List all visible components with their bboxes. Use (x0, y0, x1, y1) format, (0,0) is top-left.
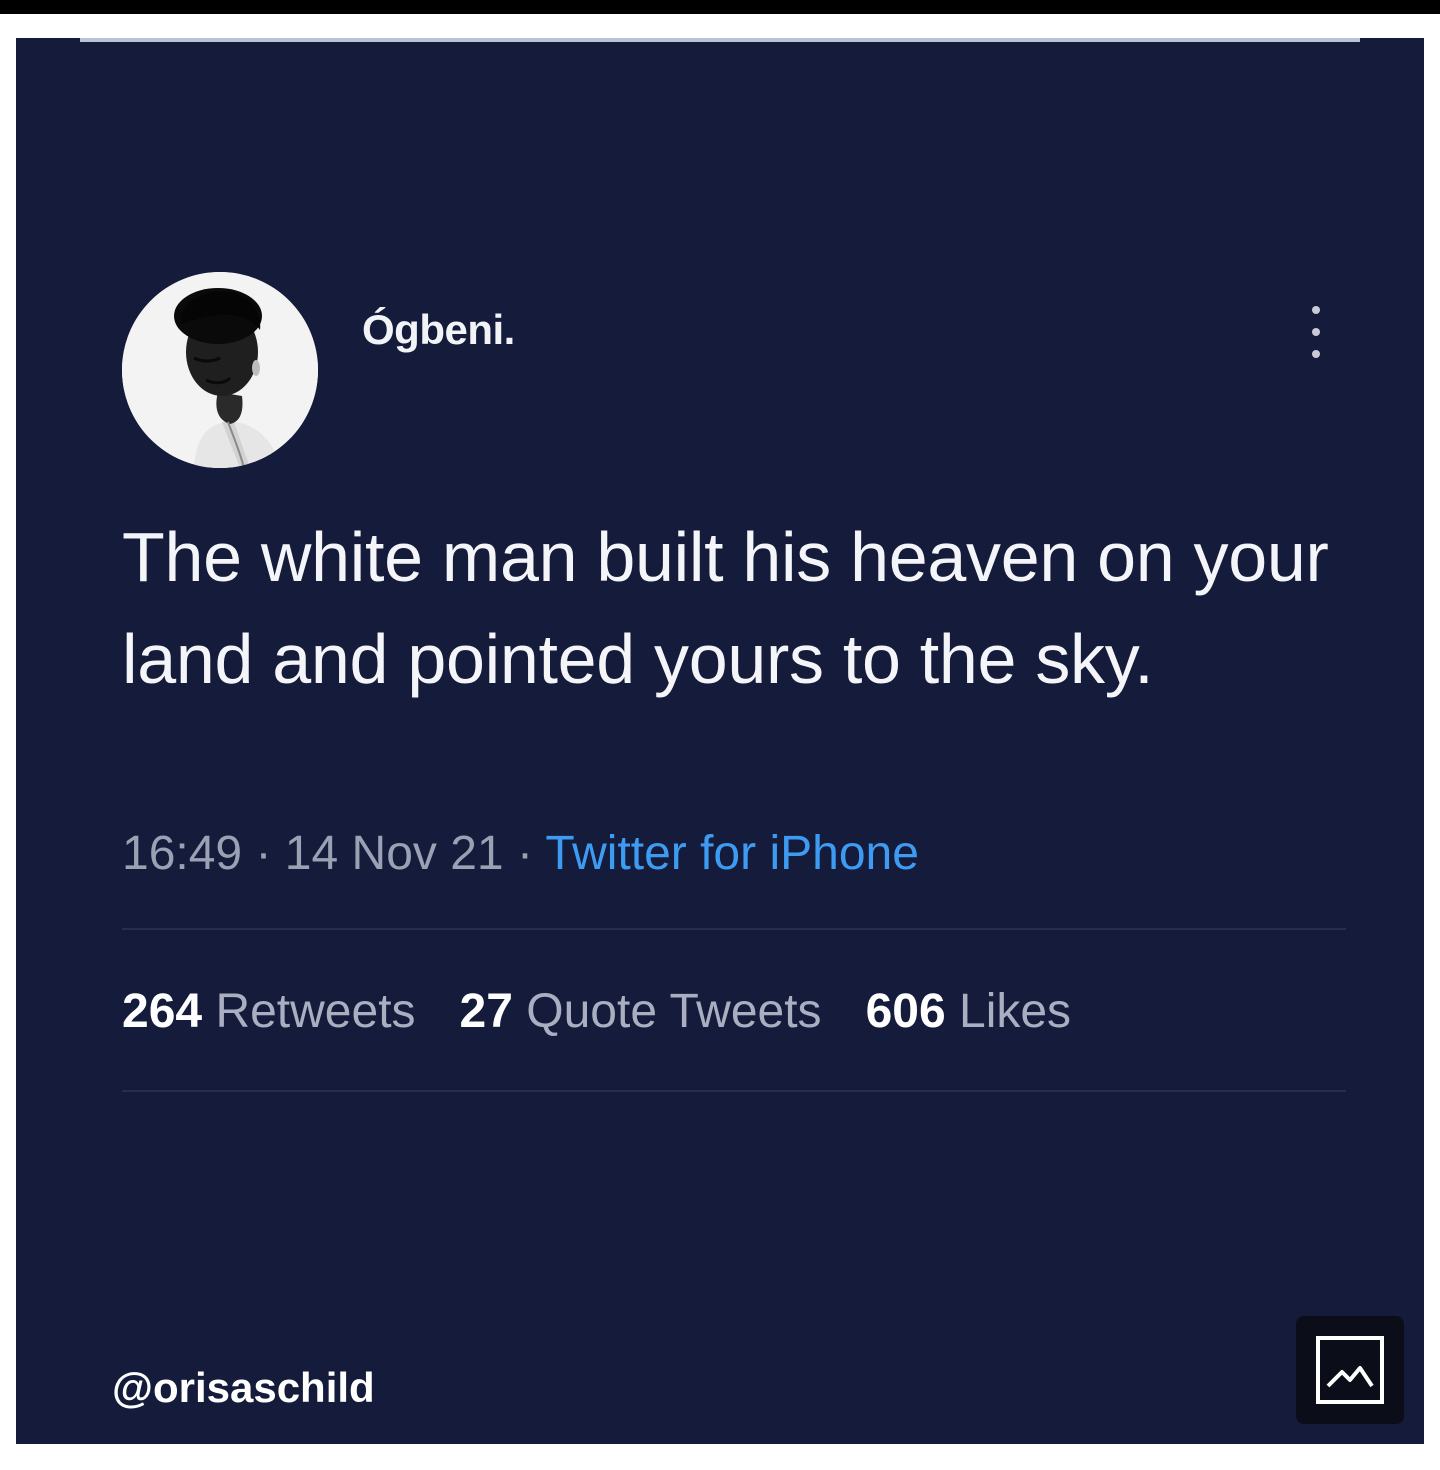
stats-divider-top (122, 928, 1346, 930)
quote-tweets-stat[interactable]: 27 Quote Tweets (460, 985, 822, 1038)
top-bar (0, 0, 1440, 14)
tweet-date: 14 Nov 21 (284, 827, 504, 880)
likes-stat[interactable]: 606 Likes (866, 985, 1072, 1038)
more-vertical-icon[interactable] (1300, 306, 1332, 358)
dot (1312, 328, 1320, 336)
retweets-label: Retweets (215, 985, 416, 1038)
quote-tweets-count: 27 (459, 985, 513, 1038)
tweet-stats: 264 Retweets 27 Quote Tweets 606 Likes (122, 984, 1115, 1039)
top-divider (80, 38, 1360, 42)
stats-divider-bottom (122, 1090, 1346, 1092)
tweet-screenshot: Ógbeni. The white man built his heaven o… (16, 38, 1424, 1444)
image-icon (1316, 1336, 1384, 1404)
likes-label: Likes (959, 985, 1072, 1038)
avatar-portrait (122, 272, 318, 468)
separator: · (516, 827, 546, 880)
tweet-source-link[interactable]: Twitter for iPhone (545, 827, 919, 880)
retweets-stat[interactable]: 264 Retweets (122, 985, 416, 1038)
tweet-text: The white man built his heaven on your l… (122, 518, 1329, 698)
dot (1312, 350, 1320, 358)
quote-tweets-label: Quote Tweets (526, 985, 822, 1038)
display-name[interactable]: Ógbeni. (362, 306, 515, 354)
image-button[interactable] (1296, 1316, 1404, 1424)
likes-count: 606 (865, 985, 946, 1038)
dot (1312, 306, 1320, 314)
account-handle[interactable]: @orisaschild (112, 1364, 375, 1412)
separator: · (255, 827, 285, 880)
retweets-count: 264 (122, 985, 203, 1038)
avatar[interactable] (122, 272, 318, 468)
tweet-meta: 16:49 · 14 Nov 21 · Twitter for iPhone (122, 826, 919, 881)
tweet-time: 16:49 (122, 827, 243, 880)
